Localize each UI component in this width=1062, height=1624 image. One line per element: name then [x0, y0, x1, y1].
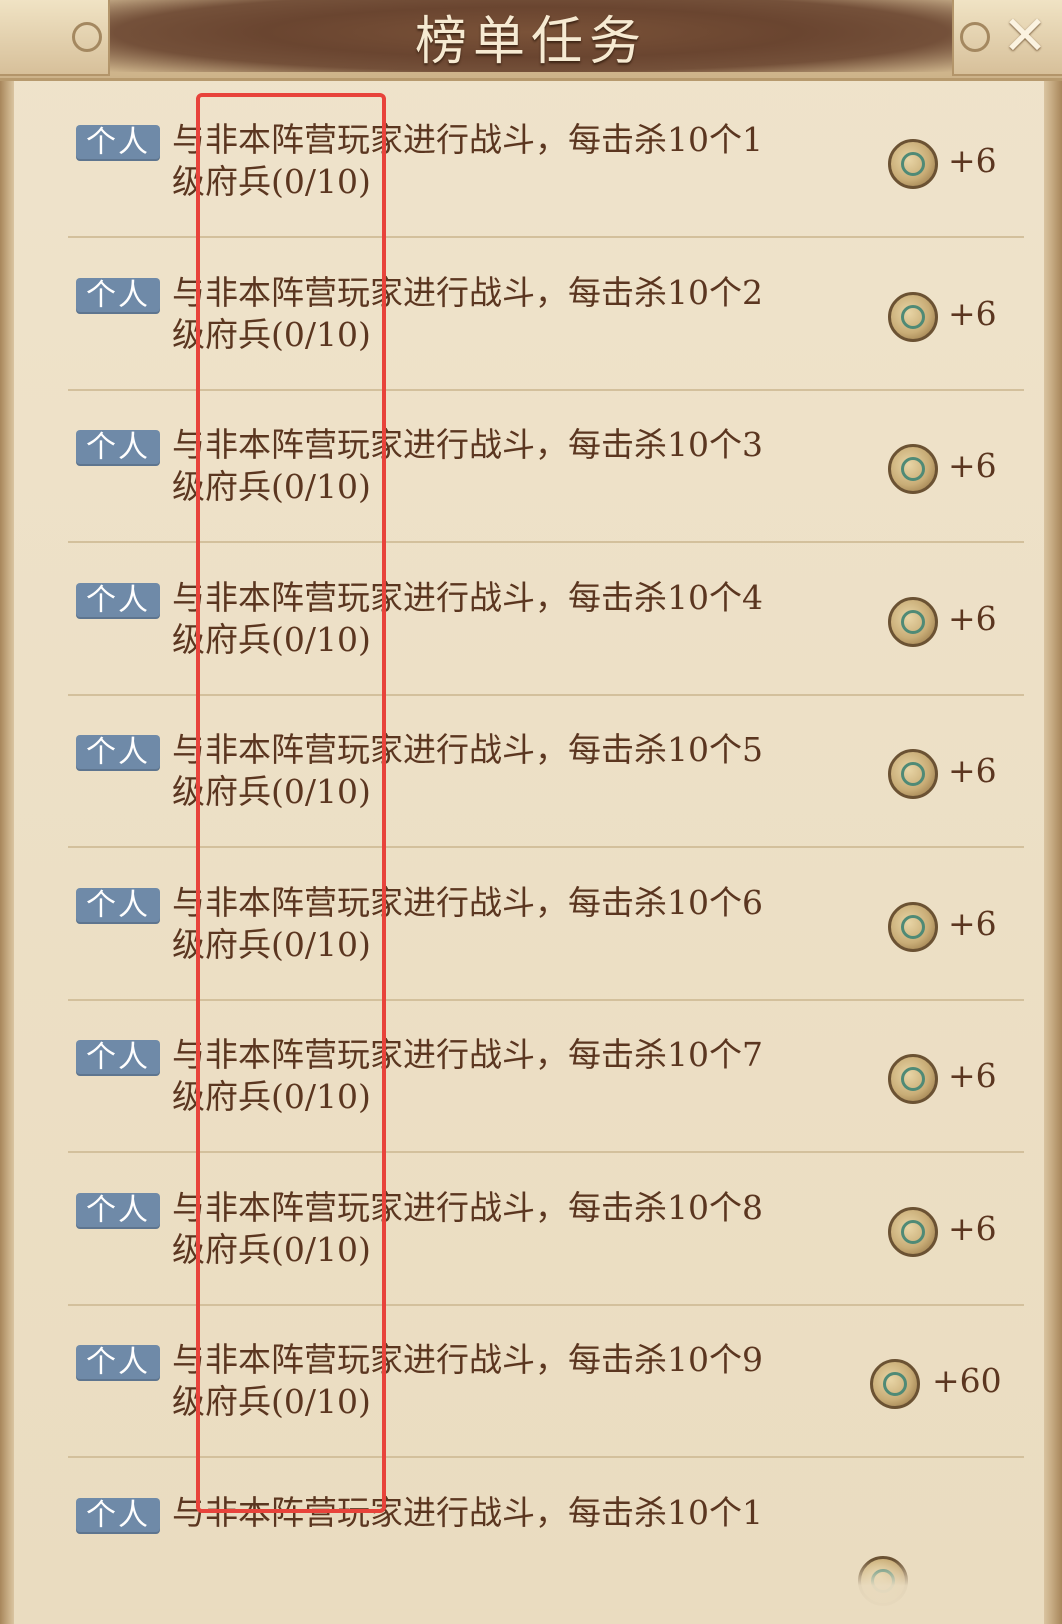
task-description: 与非本阵营玩家进行战斗，每击杀10个4 级府兵(0/10) [172, 577, 782, 661]
task-progress-line: 级府兵(0/10) [172, 467, 371, 506]
task-description: 与非本阵营玩家进行战斗，每击杀10个3 级府兵(0/10) [172, 424, 782, 508]
task-type-tag: 个人 [76, 430, 160, 466]
task-description-line1: 与非本阵营玩家进行战斗，每击杀10个6 [172, 882, 763, 922]
task-description-line1: 与非本阵营玩家进行战斗，每击杀10个2 [172, 272, 763, 312]
task-panel: 个人 与非本阵营玩家进行战斗，每击杀10个1 级府兵(0/10) +6 个人 与非本阵营玩… [0, 0, 1062, 1624]
coin-icon [888, 749, 938, 799]
task-type-tag: 个人 [76, 1345, 160, 1381]
task-description: 与非本阵营玩家进行战斗，每击杀10个5 级府兵(0/10) [172, 729, 782, 813]
reward-amount: +6 [948, 1056, 997, 1095]
task-description-line1: 与非本阵营玩家进行战斗，每击杀10个1 [172, 1492, 763, 1532]
task-row[interactable]: 个人 与非本阵营玩家进行战斗，每击杀10个1 级府兵(0/10) +6 [68, 81, 1024, 238]
list-bottom-fade [14, 1560, 1044, 1624]
coin-icon [888, 1054, 938, 1104]
task-description-line1: 与非本阵营玩家进行战斗，每击杀10个1 [172, 120, 763, 159]
swirl-ornament-icon [72, 22, 102, 52]
coin-icon [888, 291, 938, 342]
task-row[interactable]: 个人 与非本阵营玩家进行战斗，每击杀10个2 级府兵(0/10) +6 [68, 234, 1024, 391]
task-type-tag: 个人 [76, 1192, 160, 1229]
task-type-tag: 个人 [76, 1040, 160, 1076]
task-progress-line: 级府兵(0/10) [172, 1382, 371, 1421]
task-type-tag: 个人 [76, 277, 160, 314]
task-description: 与非本阵营玩家进行战斗，每击杀10个8 级府兵(0/10) [172, 1187, 782, 1271]
task-row[interactable]: 个人 与非本阵营玩家进行战斗，每击杀10个6 级府兵(0/10) +6 [68, 844, 1024, 1001]
close-icon: ✕ [1002, 3, 1048, 67]
task-progress-line: 级府兵(0/10) [172, 924, 371, 964]
task-type-tag: 个人 [76, 1497, 160, 1534]
task-description: 与非本阵营玩家进行战斗，每击杀10个6 级府兵(0/10) [172, 882, 782, 966]
task-row[interactable]: 个人 与非本阵营玩家进行战斗，每击杀10个7 级府兵(0/10) +6 [68, 996, 1024, 1153]
coin-icon [888, 444, 938, 494]
task-type-tag: 个人 [76, 125, 160, 161]
coin-icon [888, 901, 938, 952]
task-description-line1: 与非本阵营玩家进行战斗，每击杀10个5 [172, 730, 763, 769]
task-type-tag: 个人 [76, 582, 160, 619]
task-list[interactable]: 个人 与非本阵营玩家进行战斗，每击杀10个1 级府兵(0/10) +6 个人 与非本阵营玩… [14, 81, 1044, 1624]
title-banner: 榜单任务 [110, 0, 952, 72]
task-description: 与非本阵营玩家进行战斗，每击杀10个9 级府兵(0/10) [172, 1339, 782, 1423]
title-bar: 榜单任务 ✕ [0, 0, 1062, 81]
title-ornament-left [0, 0, 110, 76]
task-progress-line: 级府兵(0/10) [172, 314, 371, 354]
task-description-line1: 与非本阵营玩家进行战斗，每击杀10个3 [172, 425, 763, 464]
task-description-line1: 与非本阵营玩家进行战斗，每击杀10个7 [172, 1035, 763, 1074]
reward-amount: +6 [948, 293, 997, 333]
task-row[interactable]: 个人 与非本阵营玩家进行战斗，每击杀10个8 级府兵(0/10) +6 [68, 1149, 1024, 1306]
reward-amount: +6 [948, 1208, 997, 1248]
left-border [0, 0, 14, 1624]
reward-amount: +60 [932, 1361, 1002, 1400]
task-progress-line: 级府兵(0/10) [172, 162, 371, 201]
reward-amount: +6 [948, 751, 997, 790]
task-description: 与非本阵营玩家进行战斗，每击杀10个1 [172, 1492, 782, 1534]
reward-amount: +6 [948, 598, 997, 638]
task-progress-line: 级府兵(0/10) [172, 1229, 371, 1269]
page-title: 榜单任务 [414, 11, 647, 72]
task-description-line1: 与非本阵营玩家进行战斗，每击杀10个9 [172, 1340, 763, 1379]
task-row[interactable]: 个人 与非本阵营玩家进行战斗，每击杀10个5 级府兵(0/10) +6 [68, 691, 1024, 848]
close-button[interactable]: ✕ [994, 3, 1056, 67]
task-description-line1: 与非本阵营玩家进行战斗，每击杀10个8 [172, 1187, 763, 1227]
coin-icon [888, 139, 938, 189]
task-description: 与非本阵营玩家进行战斗，每击杀10个1 级府兵(0/10) [172, 119, 782, 203]
reward-amount: +6 [948, 446, 997, 485]
task-description: 与非本阵营玩家进行战斗，每击杀10个7 级府兵(0/10) [172, 1034, 782, 1118]
reward-amount: +6 [948, 903, 997, 943]
task-progress-line: 级府兵(0/10) [172, 619, 371, 659]
task-description-line1: 与非本阵营玩家进行战斗，每击杀10个4 [172, 577, 763, 617]
task-progress-line: 级府兵(0/10) [172, 772, 371, 811]
reward-amount: +6 [948, 141, 997, 180]
task-type-tag: 个人 [76, 887, 160, 924]
task-row[interactable]: 个人 与非本阵营玩家进行战斗，每击杀10个9 级府兵(0/10) +60 [68, 1301, 1024, 1458]
right-border [1044, 0, 1062, 1624]
coin-icon [870, 1359, 920, 1409]
task-type-tag: 个人 [76, 735, 160, 771]
task-progress-line: 级府兵(0/10) [172, 1077, 371, 1116]
task-row[interactable]: 个人 与非本阵营玩家进行战斗，每击杀10个4 级府兵(0/10) +6 [68, 539, 1024, 696]
coin-icon [888, 596, 938, 647]
task-description: 与非本阵营玩家进行战斗，每击杀10个2 级府兵(0/10) [172, 272, 782, 356]
swirl-ornament-icon [960, 22, 990, 52]
task-row[interactable]: 个人 与非本阵营玩家进行战斗，每击杀10个3 级府兵(0/10) +6 [68, 386, 1024, 543]
coin-icon [888, 1206, 938, 1257]
